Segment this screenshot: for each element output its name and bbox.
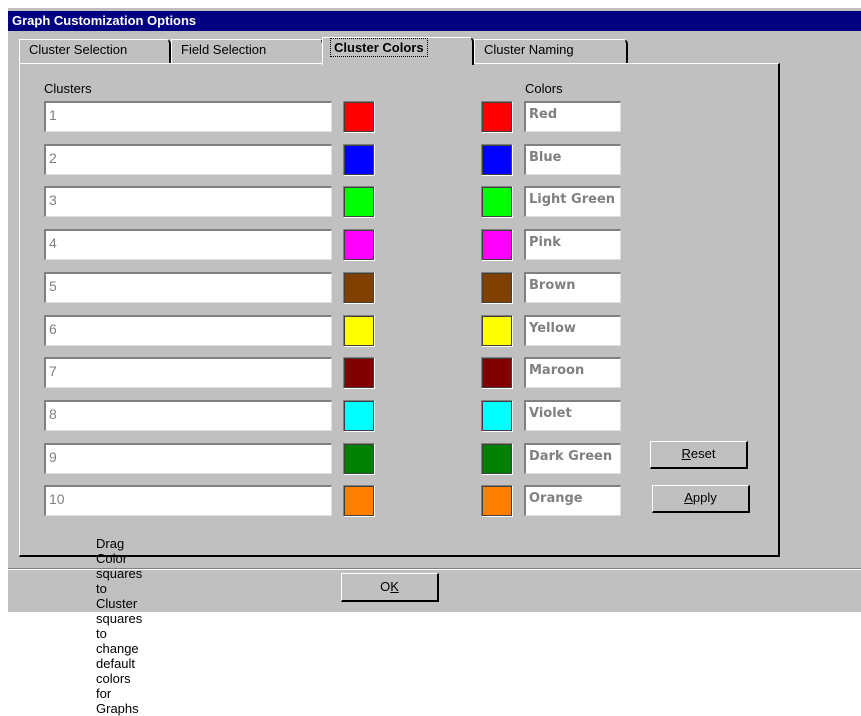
ok-button[interactable]: OK [341,573,439,602]
palette-color-square[interactable] [481,400,513,432]
cluster-color-fill [344,486,374,516]
palette-color-square[interactable] [481,272,513,304]
cluster-name-field[interactable]: 6 [44,315,332,346]
cluster-color-square[interactable] [343,357,375,389]
color-name-field: Light Green [524,186,621,217]
cluster-name-field[interactable]: 1 [44,101,332,132]
cluster-name-field[interactable]: 10 [44,485,332,516]
cluster-color-square[interactable] [343,186,375,218]
cluster-color-square[interactable] [343,443,375,475]
cluster-name-field[interactable]: 9 [44,443,332,474]
cluster-color-square[interactable] [343,485,375,517]
palette-color-square[interactable] [481,101,513,133]
cluster-color-square[interactable] [343,272,375,304]
apply-label: pply [692,490,717,505]
cluster-name-field[interactable]: 4 [44,229,332,260]
color-name-field: Violet [524,400,621,431]
palette-color-fill [482,444,512,474]
cluster-color-square[interactable] [343,229,375,261]
palette-color-square[interactable] [481,186,513,218]
tab-cluster-colors[interactable]: Cluster Colors [322,37,474,65]
tab-cluster-naming[interactable]: Cluster Naming [474,39,628,64]
cluster-color-square[interactable] [343,315,375,347]
cluster-name-field[interactable]: 8 [44,400,332,431]
palette-color-fill [482,145,512,175]
tab-cluster-selection[interactable]: Cluster Selection [19,39,171,64]
color-name-field: Maroon [524,357,621,388]
ok-label: O [380,579,391,594]
palette-color-fill [482,230,512,260]
palette-color-square[interactable] [481,357,513,389]
cluster-color-fill [344,102,374,132]
palette-color-square[interactable] [481,229,513,261]
cluster-name-field[interactable]: 7 [44,357,332,388]
color-name-field: Brown [524,272,621,303]
color-name-field: Red [524,101,621,132]
tab-label: Cluster Naming [484,42,574,57]
tab-label: Cluster Colors [330,38,428,57]
color-name-field: Blue [524,144,621,175]
palette-color-fill [482,401,512,431]
cluster-name-field[interactable]: 3 [44,186,332,217]
palette-color-square[interactable] [481,485,513,517]
color-name-field: Dark Green [524,443,621,474]
cluster-color-square[interactable] [343,101,375,133]
cluster-color-fill [344,444,374,474]
cluster-color-fill [344,273,374,303]
cluster-color-square[interactable] [343,144,375,176]
cluster-name-field[interactable]: 2 [44,144,332,175]
cluster-color-square[interactable] [343,400,375,432]
palette-color-fill [482,358,512,388]
reset-mnemonic: R [681,446,691,461]
palette-color-fill [482,316,512,346]
reset-button[interactable]: Reset [650,441,748,469]
apply-button[interactable]: Apply [652,485,750,513]
apply-mnemonic: A [684,490,693,505]
colors-header: Colors [525,81,563,96]
palette-color-square[interactable] [481,315,513,347]
palette-color-square[interactable] [481,144,513,176]
palette-color-fill [482,102,512,132]
color-name-field: Orange [524,485,621,516]
color-name-field: Yellow [524,315,621,346]
cluster-color-fill [344,316,374,346]
tab-label: Field Selection [181,42,267,57]
cluster-color-fill [344,230,374,260]
reset-label: eset [690,446,716,461]
palette-color-fill [482,486,512,516]
cluster-name-field[interactable]: 5 [44,272,332,303]
cluster-colors-panel [19,63,780,557]
tab-field-selection[interactable]: Field Selection [171,39,324,64]
color-name-field: Pink [524,229,621,260]
palette-color-square[interactable] [481,443,513,475]
drag-hint-text: Drag Color squares to Cluster squares to… [96,536,143,716]
tab-label: Cluster Selection [29,42,128,57]
clusters-header: Clusters [44,81,92,96]
graph-customization-window: Graph Customization Options Cluster Sele… [8,8,861,716]
palette-color-fill [482,273,512,303]
ok-mnemonic: K [390,579,399,594]
cluster-color-fill [344,187,374,217]
cluster-color-fill [344,145,374,175]
cluster-color-fill [344,358,374,388]
palette-color-fill [482,187,512,217]
cluster-color-fill [344,401,374,431]
window-title: Graph Customization Options [8,11,861,31]
